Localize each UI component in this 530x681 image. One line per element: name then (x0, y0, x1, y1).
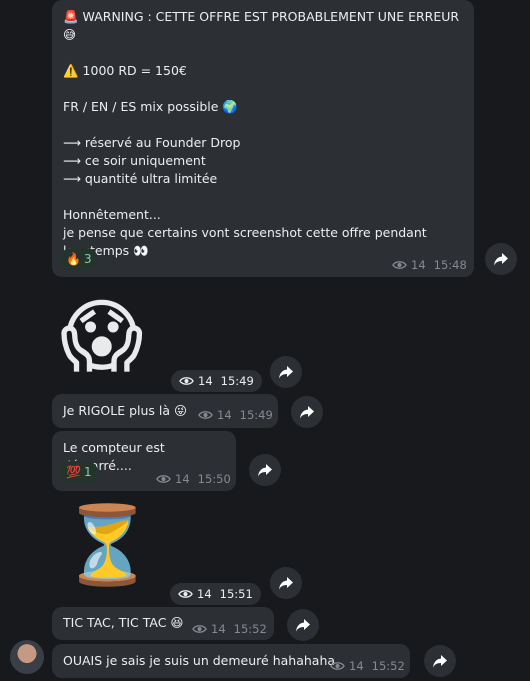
forward-button[interactable] (287, 609, 319, 641)
forward-button[interactable] (424, 645, 456, 677)
forward-arrow-icon (493, 251, 509, 267)
view-count: 14 (197, 587, 212, 601)
message-meta: 14 15:49 (171, 370, 262, 392)
view-count: 14 (349, 659, 364, 673)
eye-icon (392, 260, 407, 270)
forward-arrow-icon (278, 364, 294, 380)
forward-button[interactable] (270, 567, 302, 599)
eye-icon (156, 474, 171, 484)
message-meta: 14 15:48 (392, 258, 467, 272)
view-count: 14 (198, 374, 213, 388)
forward-arrow-icon (257, 462, 273, 478)
eye-icon (198, 410, 213, 420)
sender-avatar[interactable] (10, 640, 44, 674)
forward-arrow-icon (278, 575, 294, 591)
view-count: 14 (175, 472, 190, 486)
message-text: 🚨 WARNING : CETTE OFFRE EST PROBABLEMENT… (63, 9, 460, 258)
sticker-emoji[interactable]: ⏳ (60, 497, 155, 593)
reaction-badge[interactable]: 💯 1 (60, 461, 98, 483)
message-time: 15:49 (239, 408, 273, 422)
eye-icon (179, 376, 194, 386)
message-bubble[interactable]: 🚨 WARNING : CETTE OFFRE EST PROBABLEMENT… (52, 0, 474, 277)
forward-arrow-icon (432, 653, 448, 669)
forward-button[interactable] (291, 396, 323, 428)
eye-icon (192, 624, 207, 634)
message-meta: 14 15:49 (198, 408, 273, 422)
message-time: 15:52 (371, 659, 405, 673)
forward-arrow-icon (295, 617, 311, 633)
reaction-count: 3 (83, 252, 92, 266)
view-count: 14 (211, 622, 226, 636)
message-meta: 14 15:51 (170, 583, 261, 605)
view-count: 14 (411, 258, 426, 272)
forward-button[interactable] (249, 454, 281, 486)
hundred-reaction-icon: 💯 (66, 465, 81, 479)
message-time: 15:50 (197, 472, 231, 486)
forward-button[interactable] (270, 356, 302, 388)
reaction-badge[interactable]: 🔥 3 (60, 248, 98, 270)
message-time: 15:49 (220, 374, 254, 388)
view-count: 14 (217, 408, 232, 422)
message-time: 15:51 (219, 587, 253, 601)
eye-icon (330, 661, 345, 671)
sticker-emoji[interactable]: 😱 (60, 287, 143, 387)
message-meta: 14 15:50 (156, 472, 231, 486)
message-meta: 14 15:52 (330, 659, 405, 673)
message-meta: 14 15:52 (192, 622, 267, 636)
forward-button[interactable] (485, 243, 517, 275)
message-time: 15:48 (433, 258, 467, 272)
fire-reaction-icon: 🔥 (66, 252, 81, 266)
forward-arrow-icon (299, 404, 315, 420)
reaction-count: 1 (83, 465, 92, 479)
eye-icon (178, 589, 193, 599)
message-time: 15:52 (233, 622, 267, 636)
